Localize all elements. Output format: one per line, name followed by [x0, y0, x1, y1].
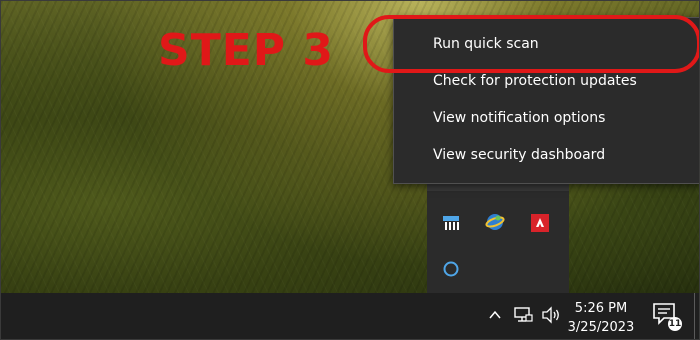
menu-item-check-updates[interactable]: Check for protection updates	[433, 73, 637, 89]
show-desktop-button[interactable]	[694, 293, 695, 339]
highlight-ellipse	[363, 15, 699, 73]
taskbar-clock[interactable]: 5:26 PM 3/25/2023	[566, 299, 636, 337]
step-annotation: STEP 3	[158, 25, 334, 76]
clock-date: 3/25/2023	[567, 320, 635, 335]
chevron-up-icon[interactable]	[487, 307, 503, 327]
volume-icon[interactable]	[541, 306, 561, 328]
desktop-screenshot: STEP 3 Run quick scan Check for protecti…	[0, 0, 700, 340]
menu-item-notification-options[interactable]: View notification options	[433, 110, 605, 126]
cortana-circle-icon[interactable]	[440, 258, 462, 280]
dashboard-icon[interactable]	[440, 212, 462, 234]
action-center-icon[interactable]: 11	[652, 301, 682, 331]
menu-item-security-dashboard[interactable]: View security dashboard	[433, 147, 605, 163]
network-icon[interactable]	[513, 305, 533, 329]
network-globe-icon[interactable]	[484, 211, 506, 233]
clock-time: 5:26 PM	[574, 301, 628, 316]
notification-count-badge: 11	[668, 317, 682, 331]
amd-icon[interactable]	[529, 212, 551, 234]
